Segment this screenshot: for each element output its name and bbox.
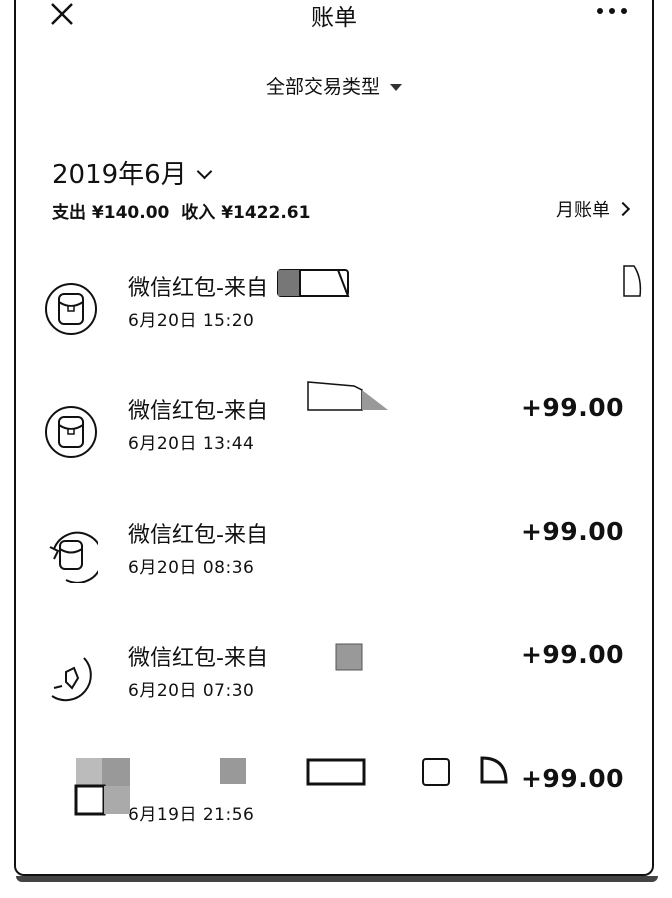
month-selector[interactable]: 2019年6月	[52, 154, 212, 191]
header: 账单	[16, 0, 652, 36]
transaction-row[interactable]: 微信红包-来自 6月20日 08:36 +99.00	[16, 517, 652, 639]
glitch-shape	[335, 643, 363, 671]
chevron-right-icon	[615, 201, 631, 217]
transaction-time: 6月20日 08:36	[128, 558, 255, 578]
transaction-title: 微信红包-来自	[128, 399, 268, 424]
app-window: 账单 全部交易类型 2019年6月 支出 ¥140.00 收入 ¥1422.61…	[14, 0, 654, 876]
monthly-bill-link[interactable]: 月账单	[556, 196, 631, 222]
glitch-shape	[307, 381, 388, 411]
triangle-down-icon	[390, 84, 402, 91]
transaction-amount: +99.00	[520, 517, 624, 546]
page-title: 账单	[311, 5, 357, 31]
transaction-time: 6月19日 21:56	[128, 805, 255, 825]
chevron-down-icon	[196, 163, 212, 180]
glitch-shape	[220, 758, 246, 784]
transaction-amount: +99.00	[520, 640, 624, 669]
glitch-shape	[277, 269, 350, 297]
frame-shadow	[16, 876, 658, 882]
month-label: 2019年6月	[52, 160, 187, 190]
glitch-shape	[306, 758, 366, 786]
red-packet-icon	[49, 531, 98, 583]
glitch-shape	[623, 265, 642, 297]
month-summary: 支出 ¥140.00 收入 ¥1422.61	[52, 198, 316, 223]
glitch-shape	[422, 758, 450, 786]
filter-label: 全部交易类型	[265, 76, 380, 98]
red-packet-icon	[51, 657, 92, 702]
expense-summary: 支出 ¥140.00	[52, 203, 170, 223]
transaction-row[interactable]: 微信红包-来自 6月20日 13:44 +99.00	[16, 393, 652, 515]
transaction-amount: +99.00	[520, 393, 624, 422]
transaction-title: 微信红包-来自	[128, 646, 268, 671]
red-packet-icon	[45, 406, 97, 458]
transaction-title: 微信红包-来自	[128, 276, 268, 301]
transaction-amount: +99.00	[520, 764, 624, 793]
transaction-type-filter[interactable]: 全部交易类型	[16, 72, 652, 99]
glitch-shape	[480, 756, 508, 784]
transaction-time: 6月20日 15:20	[128, 311, 255, 331]
glitch-shape	[74, 758, 130, 816]
more-icon[interactable]	[592, 4, 632, 18]
red-packet-icon	[45, 283, 97, 335]
income-summary: 收入 ¥1422.61	[181, 203, 311, 223]
monthly-bill-label: 月账单	[556, 200, 610, 221]
transaction-time: 6月20日 13:44	[128, 434, 255, 454]
transaction-time: 6月20日 07:30	[128, 681, 255, 701]
transaction-title: 微信红包-来自	[128, 523, 268, 548]
